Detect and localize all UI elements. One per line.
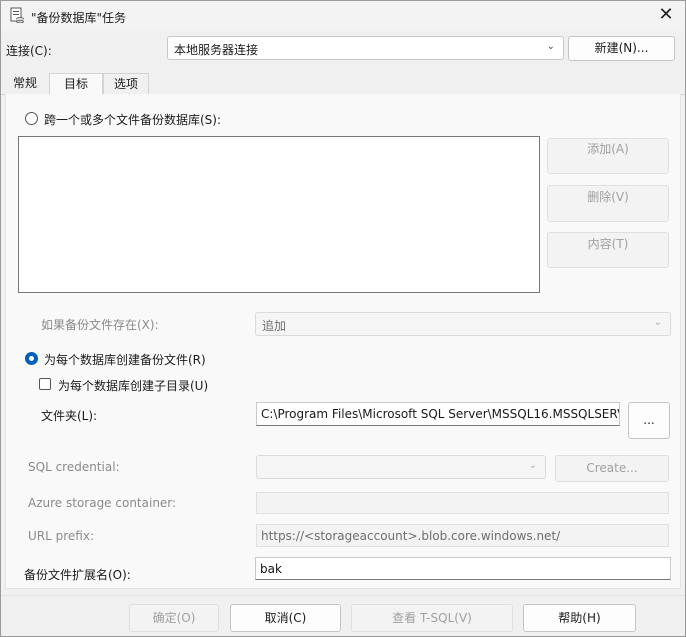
if-exists-select-value: 追加 [262, 319, 287, 333]
span-files-radio-label: 跨一个或多个文件备份数据库(S): [44, 113, 222, 127]
backup-file-list[interactable] [18, 136, 540, 293]
url-prefix-input[interactable]: https://<storageaccount>.blob.core.windo… [256, 524, 669, 547]
per-database-radio-label: 为每个数据库创建备份文件(R) [44, 353, 206, 367]
backup-task-icon [10, 7, 24, 23]
browse-folder-button[interactable]: ... [628, 402, 670, 439]
url-prefix-label: URL prefix: [28, 529, 94, 543]
window-title: "备份数据库"任务 [31, 11, 127, 25]
if-exists-label: 如果备份文件存在(X): [41, 318, 159, 332]
help-button[interactable]: 帮助(H) [523, 604, 636, 632]
create-subdirectory-label: 为每个数据库创建子目录(U) [58, 379, 209, 393]
tab-target[interactable]: 目标 [49, 73, 103, 95]
close-icon[interactable]: ✕ [655, 4, 677, 26]
if-exists-select[interactable]: 追加 ⌄ [255, 312, 671, 336]
connection-label: 连接(C): [6, 44, 52, 58]
backup-task-dialog: "备份数据库"任务 ✕ 连接(C): 本地服务器连接 ⌄ 新建(N)... 常规… [0, 0, 686, 637]
sql-credential-select[interactable]: ⌄ [256, 455, 546, 479]
span-files-radio[interactable] [25, 112, 38, 125]
chevron-down-icon: ⌄ [528, 460, 537, 471]
title-bar: "备份数据库"任务 ✕ [1, 1, 685, 31]
tab-general[interactable]: 常规 [5, 73, 45, 94]
per-database-radio[interactable] [25, 352, 38, 365]
contents-button[interactable]: 内容(T) [547, 232, 669, 268]
tab-options[interactable]: 选项 [103, 73, 149, 94]
create-subdirectory-checkbox[interactable] [39, 378, 51, 390]
chevron-down-icon: ⌄ [653, 317, 662, 328]
ok-button[interactable]: 确定(O) [129, 604, 219, 632]
add-file-button[interactable]: 添加(A) [547, 138, 669, 174]
remove-file-button[interactable]: 删除(V) [547, 185, 669, 222]
extension-input[interactable]: bak [255, 557, 671, 580]
chevron-down-icon: ⌄ [546, 41, 555, 52]
view-tsql-button[interactable]: 查看 T-SQL(V) [351, 604, 513, 632]
new-connection-button[interactable]: 新建(N)... [568, 36, 675, 61]
connection-select-value: 本地服务器连接 [174, 43, 259, 57]
connection-select[interactable]: 本地服务器连接 ⌄ [167, 36, 564, 60]
azure-container-label: Azure storage container: [28, 496, 177, 510]
folder-input[interactable]: C:\Program Files\Microsoft SQL Server\MS… [256, 402, 620, 426]
azure-container-input[interactable] [256, 492, 669, 514]
sql-credential-label: SQL credential: [28, 460, 120, 474]
folder-label: 文件夹(L): [41, 409, 98, 423]
extension-label: 备份文件扩展名(O): [24, 568, 131, 582]
create-credential-button[interactable]: Create... [555, 455, 669, 482]
cancel-button[interactable]: 取消(C) [230, 604, 341, 632]
footer-divider [1, 595, 685, 596]
